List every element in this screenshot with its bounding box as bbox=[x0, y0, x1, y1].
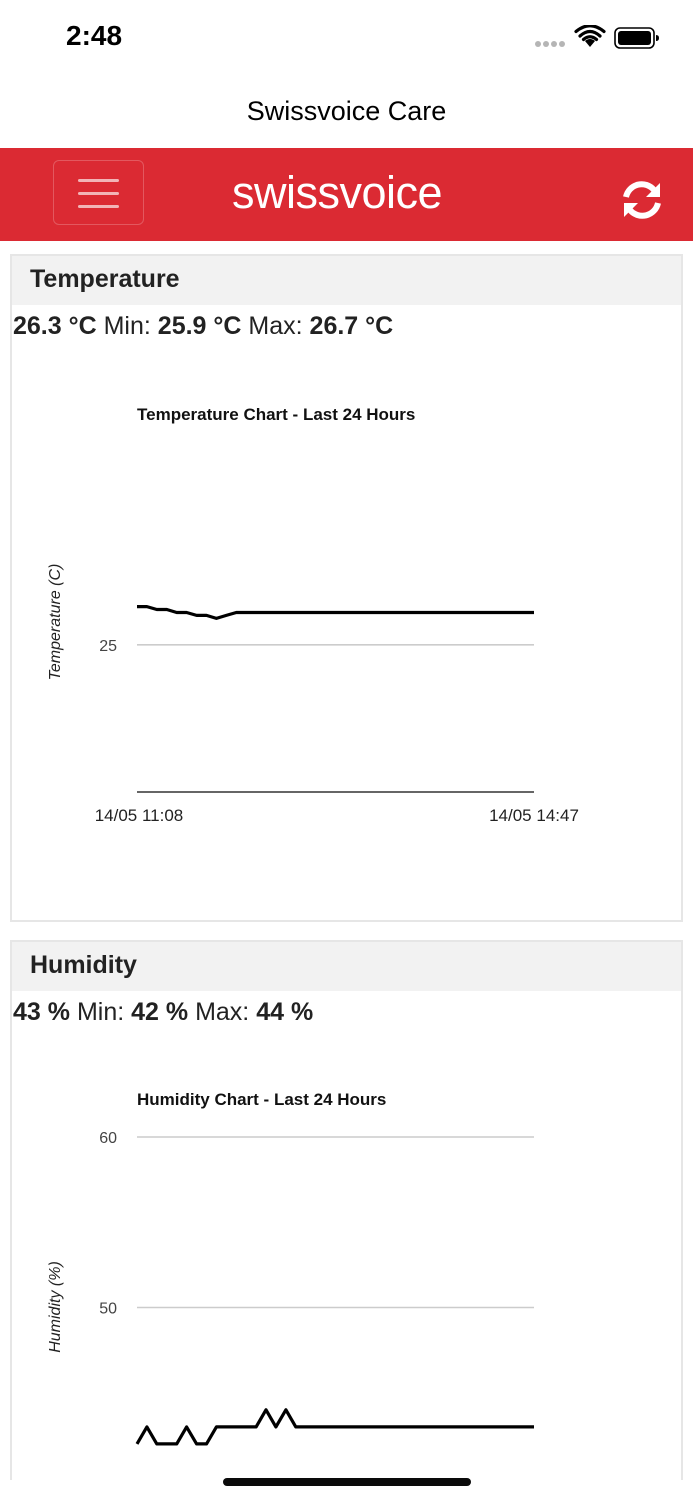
menu-line bbox=[78, 179, 119, 182]
temperature-panel: Temperature 26.3 °C Min: 25.9 °C Max: 26… bbox=[10, 254, 683, 922]
signal-icon bbox=[535, 41, 565, 47]
chart-title: Humidity Chart - Last 24 Hours bbox=[137, 1090, 386, 1109]
x-tick-label: 14/05 11:08 bbox=[95, 806, 184, 825]
y-tick-label: 60 bbox=[99, 1130, 117, 1147]
brand-header: swissvoice bbox=[0, 148, 693, 241]
status-bar: 2:48 bbox=[0, 0, 693, 78]
y-axis-label: Humidity (%) bbox=[47, 1261, 64, 1353]
wifi-icon bbox=[574, 25, 606, 47]
series-line bbox=[137, 605, 534, 620]
home-indicator bbox=[223, 1478, 471, 1486]
page-title: Swissvoice Care bbox=[246, 96, 447, 126]
y-tick-label: 50 bbox=[99, 1301, 117, 1318]
menu-button[interactable] bbox=[53, 160, 144, 225]
menu-line bbox=[78, 192, 119, 195]
humidity-panel: Humidity 43 % Min: 42 % Max: 44 % Humidi… bbox=[10, 940, 683, 1480]
y-tick-label: 25 bbox=[99, 638, 117, 655]
y-axis-label: Temperature (C) bbox=[47, 564, 64, 681]
navigation-bar: Swissvoice Care bbox=[0, 78, 693, 148]
battery-icon bbox=[614, 27, 659, 49]
temperature-chart: Temperature Chart - Last 24 Hours 25 Tempe… bbox=[47, 405, 579, 825]
swissvoice-logo: swissvoice bbox=[231, 167, 443, 218]
status-time: 2:48 bbox=[66, 20, 123, 51]
refresh-icon[interactable] bbox=[620, 180, 664, 220]
humidity-chart: Humidity Chart - Last 24 Hours 60 50 Humidi… bbox=[47, 1090, 534, 1446]
series-line bbox=[135, 1408, 534, 1446]
x-tick-label: 14/05 14:47 bbox=[489, 806, 579, 825]
menu-line bbox=[78, 205, 119, 208]
chart-title: Temperature Chart - Last 24 Hours bbox=[137, 405, 415, 424]
